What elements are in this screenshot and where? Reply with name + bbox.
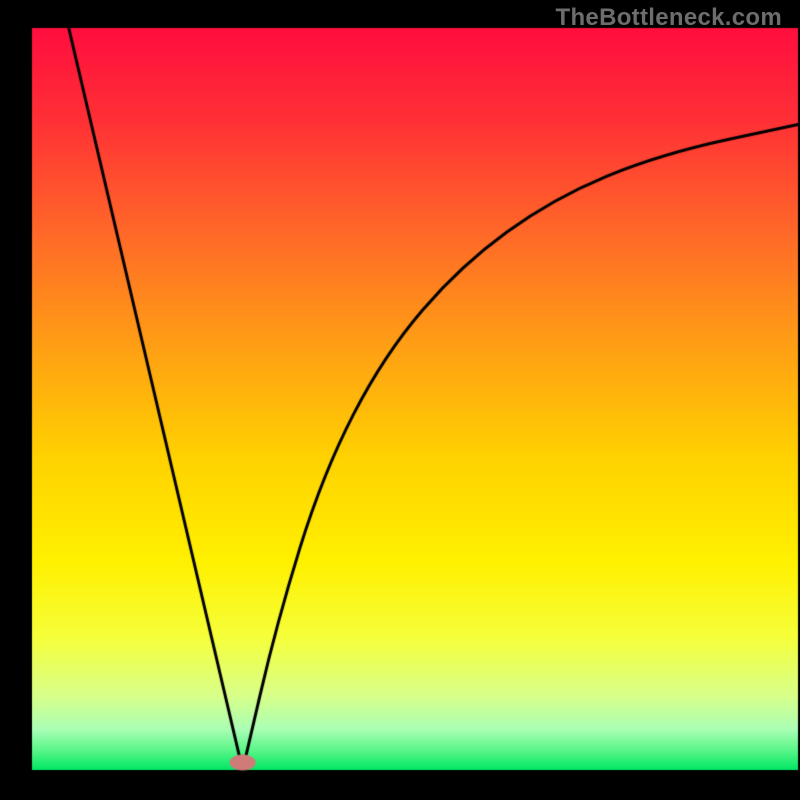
attribution-label: TheBottleneck.com [556,4,782,32]
bottleneck-chart [0,0,800,800]
